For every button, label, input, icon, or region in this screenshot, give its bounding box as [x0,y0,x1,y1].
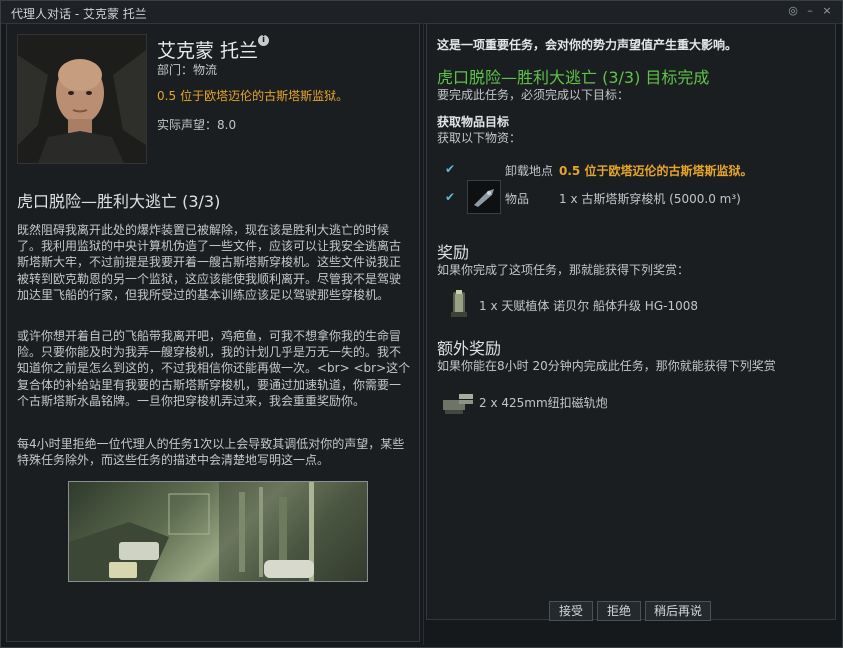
accept-button[interactable]: 接受 [549,601,593,621]
location-link[interactable]: 位于欧塔迈伦的古斯塔斯监狱。 [180,89,348,103]
mission-paragraph-3: 每4小时里拒绝一位代理人的任务1次以上会导致其调低对你的声望，某些特殊任务除外，… [17,437,405,468]
checkmark-icon: ✔ [445,190,456,204]
agent-standing: 实际声望：8.0 [157,118,237,132]
mission-paragraph-1: 既然阻碍我离开此处的爆炸装置已被解除，现在该是胜利大逃亡的时候了。我利用监狱的中… [17,223,402,302]
implant-icon[interactable] [443,288,475,320]
minimize-icon[interactable]: – [803,4,817,17]
implant-icon-graphic [451,290,467,317]
security-status: 0.5 [157,89,177,103]
dropoff-label: 卸载地点 [505,164,554,178]
agent-location[interactable]: 0.5 位于欧塔迈伦的古斯塔斯监狱。 [157,87,348,104]
mission-briefing-panel: 艾克蒙 托兰 i 部门：物流 0.5 位于欧塔迈伦的古斯塔斯监狱。 实际声望：8.… [6,23,420,642]
reward-description: 如果你完成了这项任务，那就能获得下列奖赏： [437,263,690,277]
importance-notice: 这是一项重要任务，会对你的势力声望值产生重大影响。 [437,38,738,52]
dropoff-location[interactable]: 0.5 位于欧塔迈伦的古斯塔斯监狱。 [559,162,752,179]
objectives-panel: 这是一项重要任务，会对你的势力声望值产生重大影响。 虎口脱险—胜利大逃亡 (3/… [426,23,836,620]
item-value[interactable]: 1 x 古斯塔斯穿梭机 (5000.0 m³) [559,190,741,207]
later-button[interactable]: 稍后再说 [645,601,711,621]
item-label: 物品 [505,192,530,206]
mission-paragraph-2: 或许你想开着自己的飞船带我离开吧，鸡疤鱼，可我不想拿你我的生命冒险。只要你能及时… [17,329,411,408]
window-title: 代理人对话 - 艾克蒙 托兰 [11,7,147,21]
checkmark-icon: ✔ [445,162,456,176]
mission-illustration [69,482,367,581]
mission-title: 虎口脱险—胜利大逃亡 (3/3) [17,192,221,211]
dropoff-location-link[interactable]: 位于欧塔迈伦的古斯塔斯监狱。 [584,164,752,178]
dropoff-security: 0.5 [559,164,581,178]
decline-button[interactable]: 拒绝 [597,601,641,621]
railgun-icon-graphic [443,394,473,414]
title-bar[interactable]: 代理人对话 - 艾克蒙 托兰 ◎ – × [1,1,842,24]
fetch-objective-header: 获取物品目标 [437,115,510,129]
railgun-icon[interactable] [441,384,473,416]
shuttle-icon-graphic [468,181,500,213]
shuttle-icon[interactable] [467,180,501,214]
agent-conversation-window: 代理人对话 - 艾克蒙 托兰 ◎ – × 艾克蒙 托兰 i 部门：物流 0.5 位… [0,0,843,648]
fetch-objective-sub: 获取以下物资： [437,131,522,145]
objective-status-title: 虎口脱险—胜利大逃亡 (3/3) 目标完成 [437,68,710,87]
objective-requirement: 要完成此任务，必须完成以下目标： [437,88,630,102]
bonus-reward-description: 如果你能在8小时 20分钟内完成此任务，那你就能获得下列奖赏 [437,359,776,373]
close-icon[interactable]: × [820,4,834,17]
bonus-reward-item[interactable]: 2 x 425mm纽扣磁轨炮 [479,394,608,411]
info-icon[interactable]: i [258,35,269,46]
agent-name: 艾克蒙 托兰 [157,40,259,62]
agent-portrait-image [18,35,146,163]
mission-image [68,481,368,582]
reward-header: 奖励 [437,243,470,262]
agent-portrait[interactable] [17,34,147,164]
agent-department: 部门：物流 [157,63,218,77]
settings-icon[interactable]: ◎ [786,4,800,17]
reward-item[interactable]: 1 x 天赋植体 诺贝尔 船体升级 HG-1008 [479,297,698,314]
bonus-reward-header: 额外奖励 [437,339,502,358]
panel-divider [423,23,424,645]
